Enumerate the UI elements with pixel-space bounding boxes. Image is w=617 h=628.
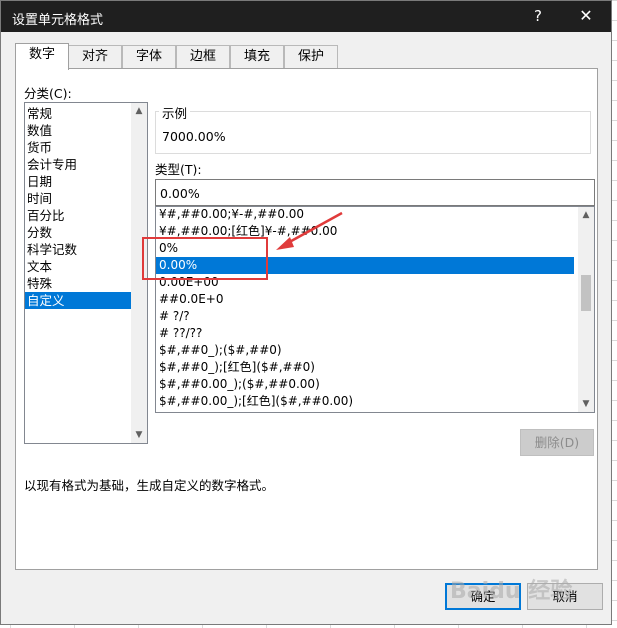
- category-list[interactable]: 常规 数值 货币 会计专用 日期 时间 百分比 分数 科学记数 文本 特殊 自定义 ▲ ▼: [24, 102, 148, 444]
- delete-button[interactable]: 删除(D): [520, 429, 594, 456]
- type-list-item[interactable]: $#,##0.00_);[红色]($#,##0.00): [156, 393, 574, 410]
- annotation-arrow-icon: [276, 211, 343, 250]
- category-item[interactable]: 数值: [25, 122, 147, 139]
- format-cells-dialog: 设置单元格格式 ? ✕ 数字 对齐 字体 边框 填充 保护 分类(C): 常规数…: [0, 0, 612, 625]
- close-icon[interactable]: ✕: [571, 5, 601, 27]
- type-label: 类型(T):: [155, 162, 202, 177]
- category-label: 分类(C):: [24, 86, 72, 101]
- tab-protection[interactable]: 保护: [284, 45, 338, 68]
- scroll-down-icon[interactable]: ▼: [578, 396, 594, 412]
- type-list-item[interactable]: # ?/?: [156, 308, 574, 325]
- tab-alignment[interactable]: 对齐: [68, 45, 122, 68]
- type-list-item[interactable]: ¥#,##0.00;¥-#,##0.00: [156, 207, 574, 223]
- tab-border[interactable]: 边框: [176, 45, 230, 68]
- format-description: 以现有格式为基础，生成自定义的数字格式。: [24, 478, 275, 493]
- category-item[interactable]: 文本: [25, 258, 147, 275]
- baidu-watermark: Baidu 经验: [450, 579, 573, 604]
- scroll-thumb[interactable]: [581, 275, 591, 311]
- tab-font[interactable]: 字体: [122, 45, 176, 68]
- tab-fill[interactable]: 填充: [230, 45, 284, 68]
- type-list-item[interactable]: $#,##0.00_);($#,##0.00): [156, 376, 574, 393]
- number-tab-panel: 分类(C): 常规 数值 货币 会计专用 日期 时间 百分比 分数 科学记数 文本 特殊 自定义 ▲ …: [15, 68, 598, 570]
- scroll-down-icon[interactable]: ▼: [131, 427, 147, 443]
- type-input[interactable]: 0.00%: [155, 179, 595, 206]
- category-item[interactable]: 特殊: [25, 275, 147, 292]
- category-item[interactable]: 货币: [25, 139, 147, 156]
- type-list-item[interactable]: ##0.0E+0: [156, 291, 574, 308]
- type-list-item[interactable]: $#,##0_);[红色]($#,##0): [156, 359, 574, 376]
- category-item[interactable]: 百分比: [25, 207, 147, 224]
- title-bar: 设置单元格格式 ? ✕: [1, 1, 611, 32]
- category-item[interactable]: 自定义: [25, 292, 147, 309]
- category-item[interactable]: 常规: [25, 105, 147, 122]
- type-scrollbar[interactable]: ▲ ▼: [578, 207, 594, 412]
- category-item[interactable]: 分数: [25, 224, 147, 241]
- category-item[interactable]: 科学记数: [25, 241, 147, 258]
- dialog-title: 设置单元格格式: [12, 13, 104, 28]
- tab-number[interactable]: 数字: [15, 43, 69, 70]
- category-item[interactable]: 时间: [25, 190, 147, 207]
- scroll-up-icon[interactable]: ▲: [131, 103, 147, 119]
- highlight-box: [142, 237, 268, 280]
- scroll-up-icon[interactable]: ▲: [578, 207, 594, 223]
- sample-label: 示例: [159, 103, 191, 122]
- type-list-item[interactable]: $#,##0_);($#,##0): [156, 342, 574, 359]
- help-button[interactable]: ?: [523, 5, 553, 27]
- sample-value: 7000.00%: [162, 129, 226, 144]
- category-item[interactable]: 会计专用: [25, 156, 147, 173]
- type-list-item[interactable]: # ??/??: [156, 325, 574, 342]
- category-item[interactable]: 日期: [25, 173, 147, 190]
